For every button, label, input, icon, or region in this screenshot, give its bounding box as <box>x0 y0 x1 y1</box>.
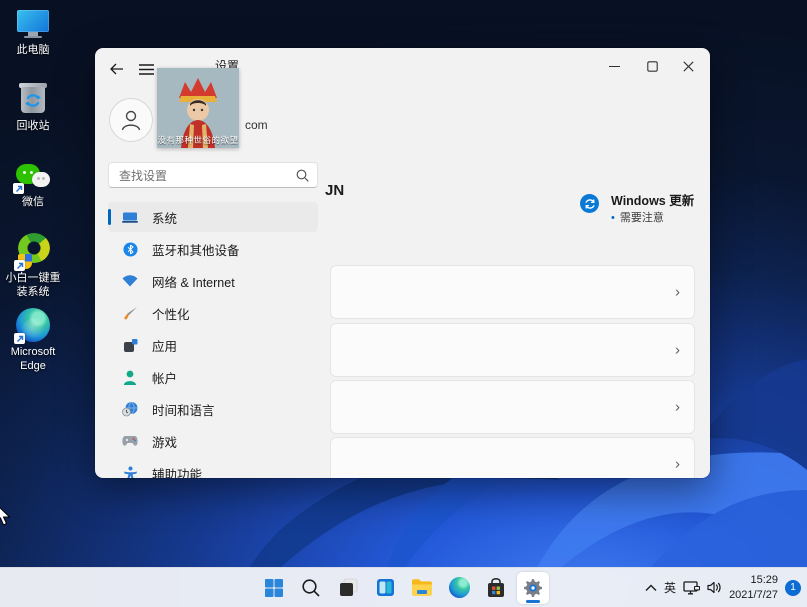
hamburger-menu-button[interactable] <box>135 60 157 78</box>
sidebar-item-time-language[interactable]: 时间和语言 <box>108 394 318 424</box>
search-placeholder: 查找设置 <box>119 167 296 184</box>
chevron-right-icon: › <box>675 342 680 359</box>
xiaobai-reinstall-icon <box>15 232 51 270</box>
edge-button[interactable] <box>443 572 475 604</box>
network-icon <box>683 581 700 595</box>
settings-row[interactable]: › <box>330 323 695 377</box>
file-explorer-icon <box>411 578 433 597</box>
close-button[interactable] <box>672 54 704 78</box>
wechat-icon <box>15 158 51 194</box>
input-method-indicator[interactable]: 英 <box>664 579 676 596</box>
taskbar-search-button[interactable] <box>295 572 327 604</box>
chevron-up-icon <box>645 584 657 592</box>
profile-email: com <box>245 118 268 132</box>
this-pc-icon <box>15 6 51 42</box>
mouse-cursor <box>0 503 12 529</box>
sidebar-item-accessibility[interactable]: 辅助功能 <box>108 458 318 478</box>
network-tray-icon[interactable] <box>683 581 700 595</box>
chevron-right-icon: › <box>675 399 680 416</box>
widgets-icon <box>375 577 396 598</box>
task-view-button[interactable] <box>332 572 364 604</box>
edge-icon <box>15 306 51 344</box>
desktop-icon-label: Microsoft Edge <box>2 346 64 374</box>
sidebar-item-accounts[interactable]: 帐户 <box>108 362 318 392</box>
start-button[interactable] <box>258 572 290 604</box>
tray-time: 15:29 <box>729 573 778 587</box>
sidebar-item-network[interactable]: 网络 & Internet <box>108 266 318 296</box>
recycle-bin-icon <box>15 82 51 118</box>
settings-row[interactable]: › <box>330 380 695 434</box>
chevron-right-icon: › <box>675 456 680 473</box>
person-icon <box>118 107 144 133</box>
chevron-right-icon: › <box>675 284 680 301</box>
desktop-icon-xiaobai[interactable]: 小白一键重装系统 <box>2 232 64 300</box>
sidebar-item-personalization[interactable]: 个性化 <box>108 298 318 328</box>
desktop: 此电脑 回收站 <box>0 0 807 607</box>
edge-icon <box>449 577 470 598</box>
desktop-icon-label: 微信 <box>22 196 44 210</box>
windows-update-title: Windows 更新 <box>611 190 694 209</box>
device-name-heading: JN <box>325 182 344 199</box>
windows-update-icon <box>580 194 599 213</box>
sidebar-item-gaming[interactable]: 游戏 <box>108 426 318 456</box>
speaker-icon <box>707 581 722 594</box>
widgets-button[interactable] <box>369 572 401 604</box>
windows-logo-icon <box>263 577 285 599</box>
tray-clock[interactable]: 15:29 2021/7/27 <box>729 573 778 602</box>
search-input[interactable]: 查找设置 <box>108 162 318 188</box>
notification-badge[interactable]: 1 <box>785 580 801 596</box>
maximize-button[interactable] <box>636 54 668 78</box>
store-icon <box>486 578 506 598</box>
search-icon <box>296 169 309 182</box>
shortcut-arrow-icon <box>13 183 24 194</box>
desktop-icon-recycle-bin[interactable]: 回收站 <box>2 82 64 134</box>
bluetooth-icon <box>122 241 138 257</box>
volume-tray-icon[interactable] <box>707 581 722 594</box>
search-icon <box>301 578 321 598</box>
settings-sidebar: 系统 蓝牙和其他设备 网络 & Internet 个性化 <box>95 196 331 478</box>
desktop-icon-edge[interactable]: Microsoft Edge <box>2 306 64 374</box>
store-button[interactable] <box>480 572 512 604</box>
sidebar-item-apps[interactable]: 应用 <box>108 330 318 360</box>
tray-chevron-up[interactable] <box>645 584 657 592</box>
network-icon <box>122 273 138 289</box>
desktop-icon-label: 此电脑 <box>17 44 50 58</box>
overlay-photo: 没有那种世俗的欲望 <box>157 68 239 148</box>
system-icon <box>122 209 138 225</box>
task-view-icon <box>338 577 359 598</box>
desktop-icon-wechat[interactable]: 微信 <box>2 158 64 210</box>
system-tray: 英 15:29 2021/7/27 1 <box>645 573 801 602</box>
taskbar: 英 15:29 2021/7/27 1 <box>0 567 807 607</box>
sidebar-item-system[interactable]: 系统 <box>108 202 318 232</box>
desktop-icon-label: 回收站 <box>17 120 50 134</box>
gaming-icon <box>122 433 138 449</box>
settings-row[interactable]: › <box>330 437 695 478</box>
windows-update-status: 需要注意 <box>611 209 664 225</box>
desktop-icon-this-pc[interactable]: 此电脑 <box>2 6 64 58</box>
personalization-icon <box>122 305 138 321</box>
settings-gear-icon <box>523 578 543 598</box>
shortcut-arrow-icon <box>14 260 25 271</box>
time-language-icon <box>122 401 138 417</box>
photo-caption: 没有那种世俗的欲望 <box>157 134 239 146</box>
desktop-icon-label: 小白一键重装系统 <box>2 272 64 300</box>
tray-date: 2021/7/27 <box>729 588 778 602</box>
shortcut-arrow-icon <box>14 333 25 344</box>
profile-avatar[interactable] <box>109 98 153 142</box>
back-button[interactable] <box>105 60 127 78</box>
settings-taskbar-button[interactable] <box>517 572 549 604</box>
file-explorer-button[interactable] <box>406 572 438 604</box>
accessibility-icon <box>122 465 138 478</box>
sidebar-item-bluetooth[interactable]: 蓝牙和其他设备 <box>108 234 318 264</box>
accounts-icon <box>122 369 138 385</box>
settings-window: 设置 <box>95 48 710 478</box>
apps-icon <box>122 337 138 353</box>
settings-row[interactable]: › <box>330 265 695 319</box>
minimize-button[interactable] <box>598 54 630 78</box>
